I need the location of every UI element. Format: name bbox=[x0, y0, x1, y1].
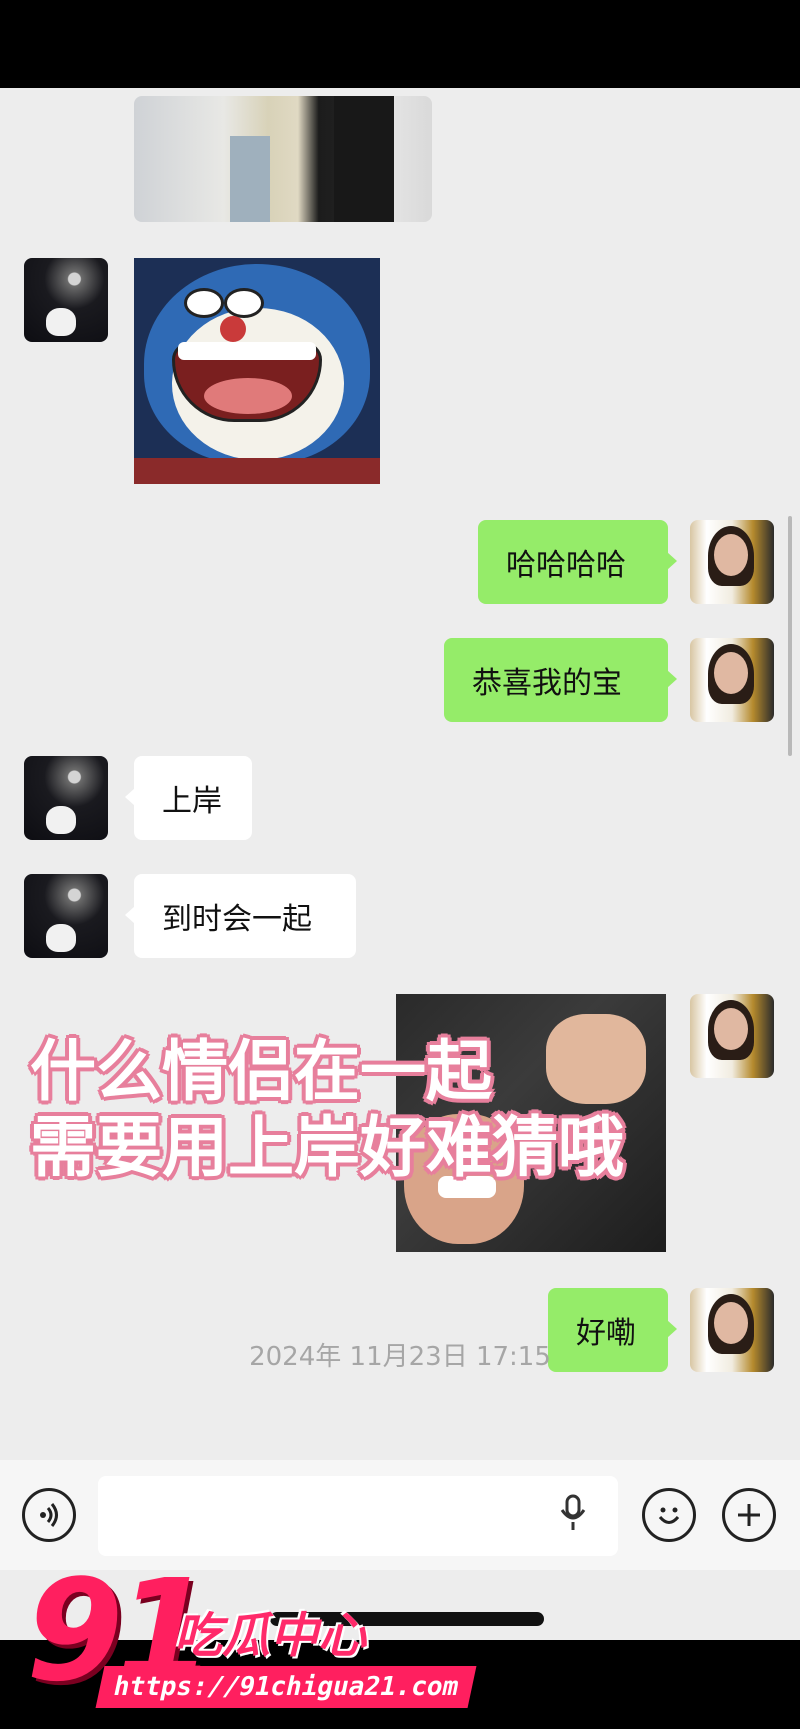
microphone-glyph bbox=[560, 1494, 586, 1530]
message-bubble-left[interactable]: 上岸 bbox=[125, 756, 252, 840]
message-bubble-right[interactable]: 哈哈哈哈 bbox=[478, 520, 677, 604]
avatar-left[interactable] bbox=[24, 258, 108, 342]
cat-figure bbox=[46, 806, 76, 834]
cat-figure bbox=[46, 924, 76, 952]
message-bubble-left[interactable]: 到时会一起 bbox=[125, 874, 356, 958]
image-message-photo[interactable] bbox=[134, 96, 432, 222]
avatar-face bbox=[714, 534, 748, 576]
message-bubble-right[interactable]: 恭喜我的宝 bbox=[444, 638, 677, 722]
status-bar bbox=[0, 0, 800, 88]
avatar-right[interactable] bbox=[690, 520, 774, 604]
voice-wave-glyph bbox=[40, 1503, 58, 1527]
scrollbar[interactable] bbox=[788, 516, 792, 756]
message-text: 恭喜我的宝 bbox=[472, 666, 622, 701]
doraemon-eye bbox=[224, 288, 264, 318]
doraemon-collar bbox=[134, 458, 380, 484]
avatar-face bbox=[714, 652, 748, 694]
message-text: 上岸 bbox=[162, 784, 222, 819]
watermark-title: 吃瓜中心 bbox=[174, 1608, 367, 1664]
watermark-url: https://91chigua21.com bbox=[95, 1666, 477, 1708]
doraemon-tongue bbox=[204, 378, 292, 414]
photo-detail bbox=[334, 96, 394, 222]
sticker-caption: 什么情侣在一起 需要用上岸好难猜哦 bbox=[30, 1034, 750, 1186]
avatar-left[interactable] bbox=[24, 756, 108, 840]
message-text: 哈哈哈哈 bbox=[506, 548, 626, 583]
sticker-doraemon[interactable] bbox=[134, 258, 380, 484]
message-timestamp: 2024年 11月23日 17:15 bbox=[249, 1342, 551, 1372]
microphone-icon[interactable] bbox=[558, 1494, 588, 1540]
smiley-glyph bbox=[658, 1507, 680, 1524]
cat-figure bbox=[46, 308, 76, 336]
plus-icon[interactable] bbox=[722, 1488, 776, 1542]
avatar-right[interactable] bbox=[690, 638, 774, 722]
doraemon-nose bbox=[220, 316, 246, 342]
message-input[interactable] bbox=[98, 1476, 618, 1556]
doraemon-eye bbox=[184, 288, 224, 318]
sticker-caption-line: 什么情侣在一起 bbox=[30, 1033, 492, 1110]
sticker-caption-line: 需要用上岸好难猜哦 bbox=[30, 1109, 624, 1186]
emoji-icon[interactable] bbox=[642, 1488, 696, 1542]
doraemon-teeth bbox=[178, 342, 316, 360]
message-text: 到时会一起 bbox=[162, 902, 312, 937]
photo-detail bbox=[230, 136, 270, 222]
avatar-left[interactable] bbox=[24, 874, 108, 958]
chat-area[interactable]: 哈哈哈哈 恭喜我的宝 上岸 到时会一起 好嘞 bbox=[0, 88, 800, 1460]
plus-glyph bbox=[738, 1504, 760, 1526]
voice-icon[interactable] bbox=[22, 1488, 76, 1542]
